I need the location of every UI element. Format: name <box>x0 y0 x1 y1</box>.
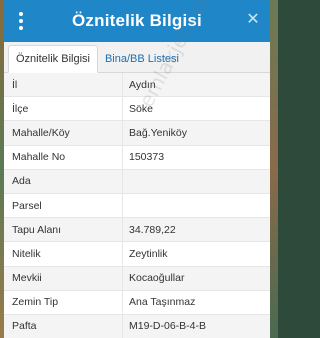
row-value <box>122 193 270 219</box>
map-edge-right <box>270 0 278 338</box>
row-value: Bağ.Yeniköy <box>122 120 270 146</box>
row-value: M19-D-06-B-4-B <box>122 314 270 338</box>
row-key: Tapu Alanı <box>4 217 123 243</box>
row-key: İlçe <box>4 96 123 122</box>
row-value: 150373 <box>122 145 270 170</box>
row-value: Zeytinlik <box>122 241 270 267</box>
row-key: Mahalle/Köy <box>4 120 123 146</box>
panel-title: Öznitelik Bilgisi <box>72 11 202 30</box>
tab-attribute-info[interactable]: Öznitelik Bilgisi <box>8 45 98 73</box>
table-row: Nitelik Zeytinlik <box>4 241 270 267</box>
table-row: Zemin Tip Ana Taşınmaz <box>4 290 270 315</box>
row-value: Aydın <box>122 73 270 98</box>
tab-building-list[interactable]: Bina/BB Listesi <box>98 46 186 72</box>
attribute-table: İl Aydın İlçe Söke Mahalle/Köy Bağ.Yeniköy … <box>4 73 270 338</box>
row-key: Parsel <box>4 193 123 219</box>
row-value: Ana Taşınmaz <box>122 290 270 315</box>
row-key: Ada <box>4 169 123 194</box>
table-row: İlçe Söke <box>4 96 270 122</box>
table-row: Mahalle No 150373 <box>4 145 270 170</box>
table-row: Mevkii Kocaoğullar <box>4 266 270 291</box>
row-value: Söke <box>122 96 270 122</box>
attribute-panel: Öznitelik Bilgisi ✕ Öznitelik Bilgisi Bi… <box>4 0 270 338</box>
row-value: 34.789,22 <box>122 217 270 243</box>
table-row: İl Aydın <box>4 73 270 98</box>
row-key: Nitelik <box>4 241 123 267</box>
row-key: İl <box>4 73 123 98</box>
close-icon[interactable]: ✕ <box>244 11 262 29</box>
row-key: Mahalle No <box>4 145 123 170</box>
row-value <box>122 169 270 194</box>
row-key: Mevkii <box>4 266 123 291</box>
tab-bar: Öznitelik Bilgisi Bina/BB Listesi <box>4 42 270 73</box>
row-key: Pafta <box>4 314 123 338</box>
table-row: Parsel <box>4 193 270 219</box>
row-key: Zemin Tip <box>4 290 123 315</box>
table-row: Pafta M19-D-06-B-4-B <box>4 314 270 338</box>
panel-header: Öznitelik Bilgisi ✕ <box>4 0 270 42</box>
table-row: Ada <box>4 169 270 194</box>
table-row: Mahalle/Köy Bağ.Yeniköy <box>4 120 270 146</box>
table-row: Tapu Alanı 34.789,22 <box>4 217 270 243</box>
row-value: Kocaoğullar <box>122 266 270 291</box>
